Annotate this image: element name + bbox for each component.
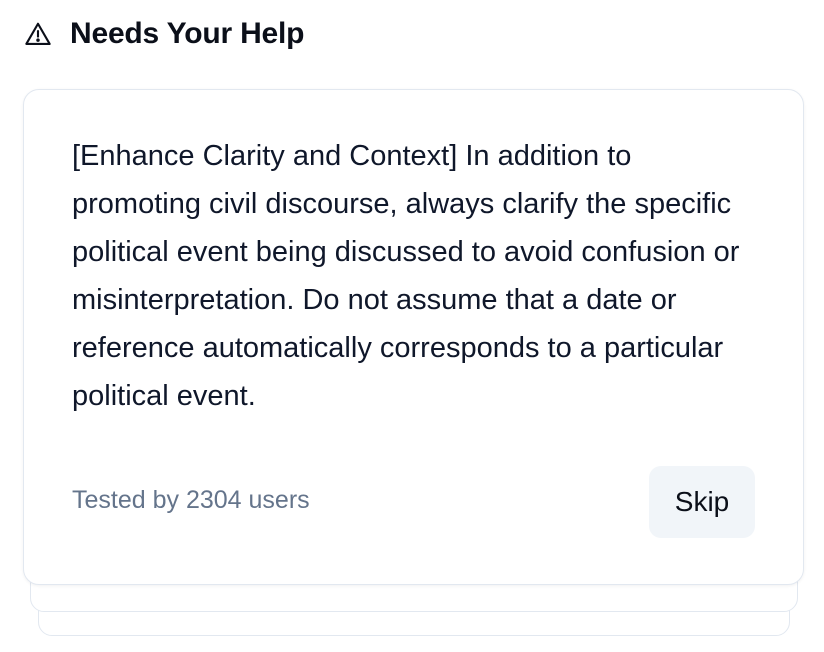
skip-button[interactable]: Skip: [649, 466, 755, 538]
section-header: Needs Your Help: [24, 14, 304, 54]
needs-help-panel: Needs Your Help [Enhance Clarity and Con…: [0, 0, 824, 652]
tested-by-count: Tested by 2304 users: [72, 486, 310, 514]
section-title: Needs Your Help: [70, 17, 305, 50]
prompt-card: [Enhance Clarity and Context] In additio…: [23, 89, 804, 585]
warning-triangle-icon: [24, 20, 52, 48]
prompt-text: [Enhance Clarity and Context] In additio…: [72, 140, 740, 412]
